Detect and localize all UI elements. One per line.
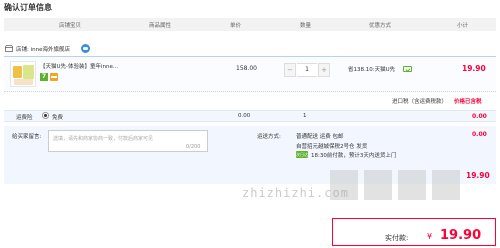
watermark-text: zhizhizhi.com [242, 186, 349, 200]
thumb-box-a [13, 66, 22, 78]
store-icon [5, 45, 13, 52]
col-header-quantity: 数量 [300, 23, 312, 29]
thumb-box-b [23, 65, 34, 79]
column-header-row: 店铺宝贝 商品属性 单价 数量 优惠方式 小计 [4, 18, 496, 31]
unit-price: 158.00 [236, 65, 257, 72]
product-title-link[interactable]: 【天猫U先-体验装】童年inne... [40, 62, 118, 70]
insurance-option: 免费 [52, 115, 64, 121]
insurance-radio[interactable] [42, 112, 49, 119]
col-header-promotion: 优惠方式 [369, 23, 392, 29]
store-name-link[interactable]: 店铺: inne海外旗舰店 [16, 45, 70, 53]
insurance-price: 0.00 [238, 113, 251, 119]
page-title: 确认订单信息 [4, 3, 52, 12]
insurance-label: 运费险 [16, 115, 33, 121]
payment-label: 实付款: [385, 234, 409, 242]
buyer-message-placeholder: 选填，请先和商家协商一致，付款后商家可见 [53, 136, 154, 142]
credit-card-icon [50, 73, 58, 81]
payment-currency: ¥ [427, 232, 433, 241]
promotion-text: 省138.10:天猫U先 [348, 67, 396, 73]
promotion-tag-icon [403, 66, 412, 72]
message-char-counter: 0/200 [186, 144, 201, 150]
seven-day-return-icon: 7 [40, 73, 48, 81]
shipping-method-label: 运送方式: [257, 134, 281, 140]
delivery-badge: 次日达 [296, 151, 308, 158]
quantity-increase-button[interactable]: + [318, 63, 330, 77]
quantity-stepper: − 1 + [284, 63, 330, 77]
insurance-subtotal: 0.00 [472, 113, 487, 120]
shipping-method: 普通配送 运费 包邮 [296, 134, 344, 140]
quantity-decrease-button[interactable]: − [284, 63, 296, 77]
watermark-block [432, 170, 460, 200]
watermark-block [364, 170, 392, 200]
col-header-unit-price: 单价 [230, 23, 242, 29]
import-tax-label: 进口税（含运费税款） [392, 99, 448, 105]
col-header-attributes: 商品属性 [149, 23, 172, 29]
product-thumbnail[interactable] [10, 61, 36, 87]
item-subtotal: 19.90 [462, 64, 486, 73]
quantity-input[interactable]: 1 [297, 63, 317, 77]
buyer-message-label: 给买家留言: [12, 134, 42, 140]
payment-amount: 19.90 [440, 228, 482, 243]
shipping-origin: 自营招元越城保税2号仓 发货 [296, 144, 368, 150]
chat-icon[interactable] [81, 44, 90, 53]
store-total: 19.90 [466, 171, 490, 180]
watermark-block [398, 170, 426, 200]
insurance-quantity: 1 [303, 113, 307, 119]
shipping-price: 0.00 [472, 131, 487, 138]
delivery-estimate: 18:30前付款，预计3天内送货上门 [311, 153, 397, 159]
import-tax-value: 价格已含税 [454, 99, 482, 105]
col-header-item: 店铺宝贝 [59, 23, 82, 29]
thumb-base [14, 79, 33, 85]
col-header-subtotal: 小计 [457, 23, 469, 29]
